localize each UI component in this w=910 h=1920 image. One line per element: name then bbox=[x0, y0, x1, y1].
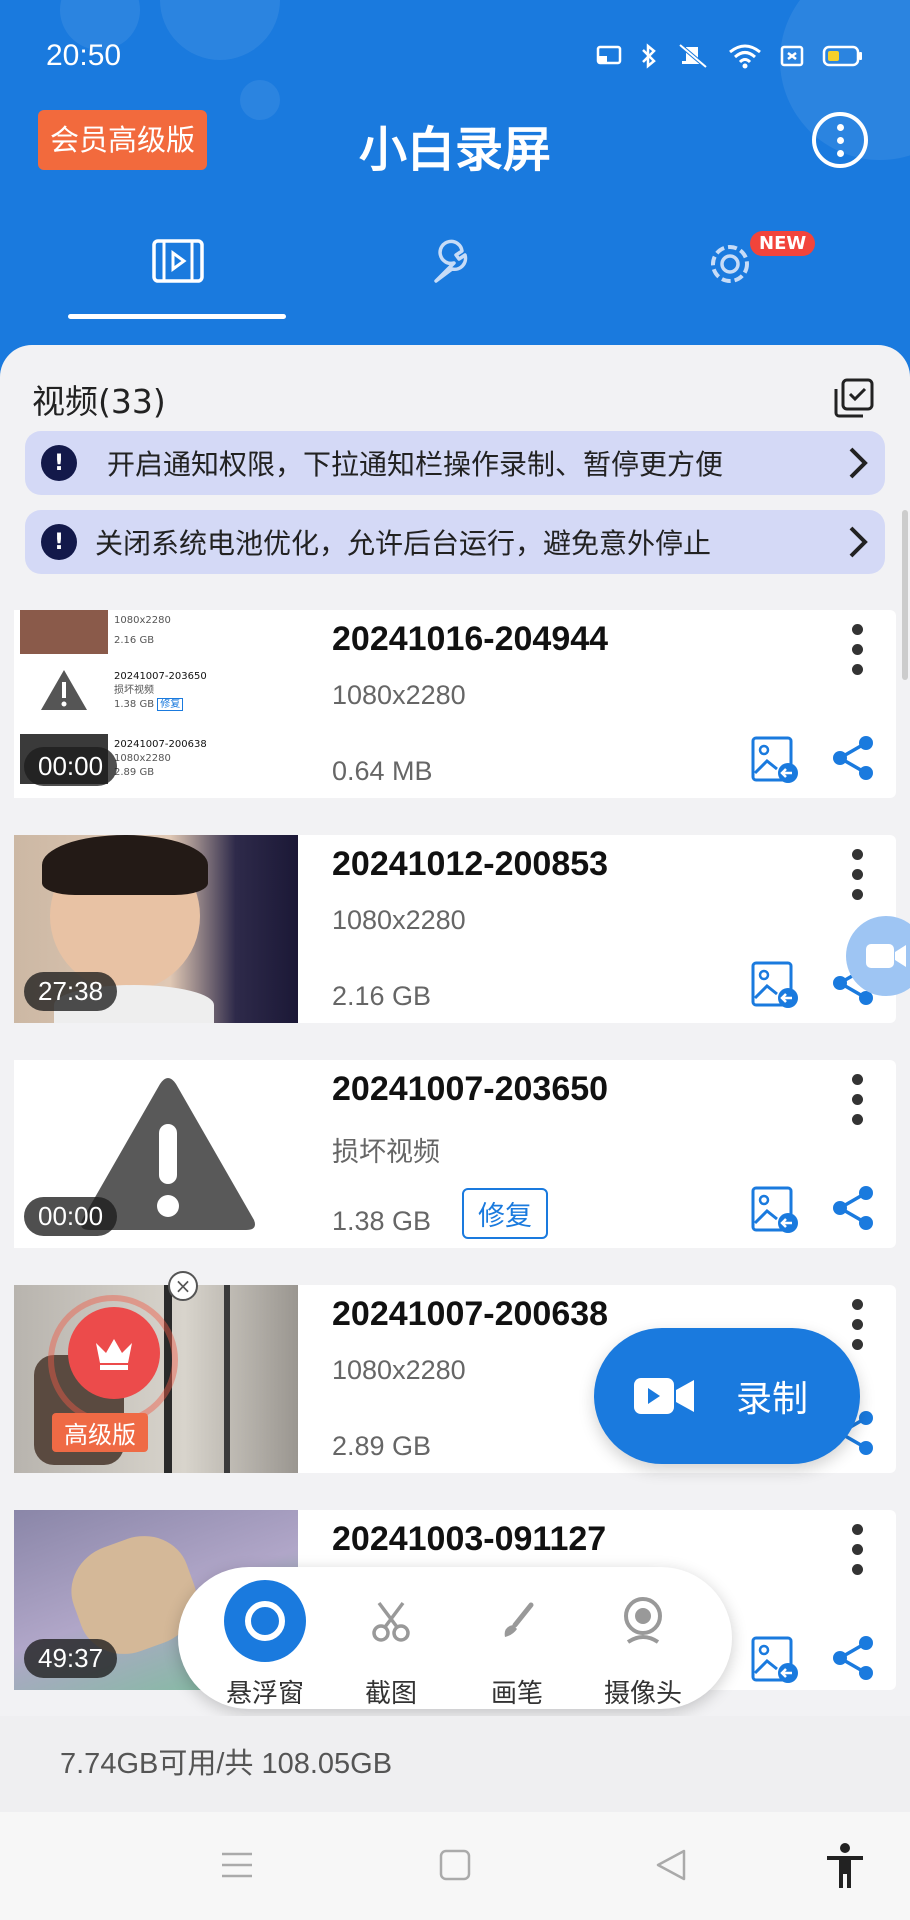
wifi-icon bbox=[729, 44, 761, 69]
back-icon[interactable] bbox=[654, 1848, 688, 1882]
tool-brush[interactable]: 画笔 bbox=[462, 1577, 572, 1710]
video-item[interactable]: 27:38 20241012-200853 1080x2280 2.16 GB bbox=[14, 835, 896, 1023]
alert-icon: ! bbox=[41, 524, 77, 560]
multi-select-icon[interactable] bbox=[833, 377, 875, 419]
duration-label: 00:00 bbox=[24, 747, 118, 786]
system-nav-bar bbox=[0, 1812, 910, 1920]
gallery-export-icon[interactable] bbox=[750, 1635, 800, 1685]
chevron-right-icon bbox=[849, 526, 868, 558]
tab-bar: NEW bbox=[0, 225, 910, 325]
video-more-button[interactable] bbox=[852, 1299, 864, 1350]
video-item[interactable]: 1080x2280 2.16 GB 20241007-203650 损坏视频 1.38… bbox=[14, 610, 896, 798]
tool-label: 截图 bbox=[364, 1679, 417, 1709]
menu-icon[interactable] bbox=[220, 1850, 254, 1880]
chevron-right-icon bbox=[849, 447, 868, 479]
video-size: 0.64 MB bbox=[332, 756, 433, 786]
gear-icon bbox=[711, 245, 749, 283]
video-more-button[interactable] bbox=[852, 1074, 864, 1125]
crown-icon bbox=[96, 1339, 132, 1370]
notice-text: 关闭系统电池优化，允许后台运行，避免意外停止 bbox=[95, 527, 712, 560]
scissors-icon bbox=[372, 1601, 410, 1642]
share-icon[interactable] bbox=[830, 734, 878, 782]
share-icon[interactable] bbox=[830, 1634, 878, 1682]
video-name: 20241003-091127 bbox=[332, 1520, 607, 1558]
notice-battery-optimization[interactable]: ! 关闭系统电池优化，允许后台运行，避免意外停止 bbox=[25, 510, 885, 574]
brush-icon bbox=[504, 1602, 534, 1637]
video-name: 20241012-200853 bbox=[332, 845, 609, 883]
video-name: 20241016-204944 bbox=[332, 620, 609, 658]
video-size: 2.89 GB bbox=[332, 1431, 432, 1461]
alert-icon: ! bbox=[41, 445, 77, 481]
status-bar: 20:50 bbox=[46, 30, 864, 82]
mute-icon bbox=[678, 43, 708, 69]
video-camera-icon bbox=[866, 944, 906, 968]
video-icon bbox=[152, 239, 204, 283]
tool-webcam[interactable]: 摄像头 bbox=[588, 1577, 698, 1710]
video-status: 损坏视频 bbox=[332, 1137, 440, 1167]
premium-label: 高级版 bbox=[52, 1413, 148, 1452]
cast-icon bbox=[596, 45, 622, 65]
share-icon[interactable] bbox=[830, 1184, 878, 1232]
accessibility-icon[interactable] bbox=[824, 1842, 866, 1890]
repair-button[interactable]: 修复 bbox=[462, 1188, 548, 1239]
premium-promo[interactable]: 高级版 bbox=[40, 1295, 190, 1455]
storage-info: 7.74GB可用/共 108.05GB bbox=[0, 1716, 910, 1812]
battery-icon bbox=[822, 45, 862, 67]
video-size: 2.16 GB bbox=[332, 981, 432, 1011]
app-title: 小白录屏 bbox=[358, 122, 551, 178]
scrollbar[interactable] bbox=[902, 510, 908, 680]
video-more-button[interactable] bbox=[852, 1524, 864, 1575]
notice-text: 开启通知权限，下拉通知栏操作录制、暂停更方便 bbox=[107, 448, 724, 481]
more-options-button[interactable] bbox=[812, 112, 868, 168]
tab-tools[interactable] bbox=[340, 225, 560, 325]
duration-label: 00:00 bbox=[24, 1197, 118, 1236]
tab-videos[interactable] bbox=[68, 225, 288, 325]
new-badge: NEW bbox=[750, 231, 816, 256]
duration-label: 49:37 bbox=[24, 1639, 118, 1678]
video-name: 20241007-203650 bbox=[332, 1070, 609, 1108]
section-title: 视频(33) bbox=[32, 382, 166, 421]
video-name: 20241007-200638 bbox=[332, 1295, 609, 1333]
tool-label: 摄像头 bbox=[603, 1679, 682, 1709]
video-resolution: 1080x2280 bbox=[332, 680, 466, 710]
video-thumbnail[interactable]: 1080x2280 2.16 GB 20241007-203650 损坏视频 1.38… bbox=[14, 610, 298, 798]
floating-window-icon bbox=[224, 1580, 306, 1662]
video-thumbnail[interactable]: 27:38 bbox=[14, 835, 298, 1023]
tool-label: 悬浮窗 bbox=[225, 1679, 304, 1709]
video-thumbnail[interactable]: 00:00 bbox=[14, 1060, 298, 1248]
video-list-panel: 视频(33) ! 开启通知权限，下拉通知栏操作录制、暂停更方便 ! 关闭系统电池… bbox=[0, 345, 910, 1715]
tool-label: 画笔 bbox=[490, 1679, 543, 1709]
quick-tools-bar: 悬浮窗 截图 画笔 摄像头 bbox=[178, 1567, 732, 1709]
status-time: 20:50 bbox=[46, 39, 122, 72]
tool-screenshot[interactable]: 截图 bbox=[336, 1577, 446, 1710]
bluetooth-icon bbox=[642, 43, 656, 69]
tab-settings[interactable]: NEW bbox=[620, 225, 840, 325]
home-icon[interactable] bbox=[438, 1848, 472, 1882]
video-resolution: 1080x2280 bbox=[332, 1355, 466, 1385]
record-button[interactable]: 录制 bbox=[594, 1328, 860, 1464]
video-camera-icon bbox=[634, 1378, 694, 1414]
gallery-export-icon[interactable] bbox=[750, 735, 800, 785]
notice-notification-permission[interactable]: ! 开启通知权限，下拉通知栏操作录制、暂停更方便 bbox=[25, 431, 885, 495]
gallery-export-icon[interactable] bbox=[750, 960, 800, 1010]
video-more-button[interactable] bbox=[852, 624, 864, 675]
sim-icon bbox=[780, 45, 804, 67]
app-header: 20:50 会员高级版 小白录屏 NEW bbox=[0, 0, 910, 380]
video-item[interactable]: 00:00 20241007-203650 损坏视频 1.38 GB 修复 bbox=[14, 1060, 896, 1248]
webcam-icon bbox=[624, 1597, 662, 1644]
video-resolution: 1080x2280 bbox=[332, 905, 466, 935]
video-more-button[interactable] bbox=[852, 849, 864, 900]
duration-label: 27:38 bbox=[24, 972, 118, 1011]
wrench-icon bbox=[434, 239, 468, 283]
gallery-export-icon[interactable] bbox=[750, 1185, 800, 1235]
video-size: 1.38 GB bbox=[332, 1206, 432, 1236]
record-label: 录制 bbox=[736, 1379, 809, 1420]
close-promo-icon[interactable]: × bbox=[168, 1271, 198, 1301]
tool-floating-window[interactable]: 悬浮窗 bbox=[210, 1577, 320, 1710]
